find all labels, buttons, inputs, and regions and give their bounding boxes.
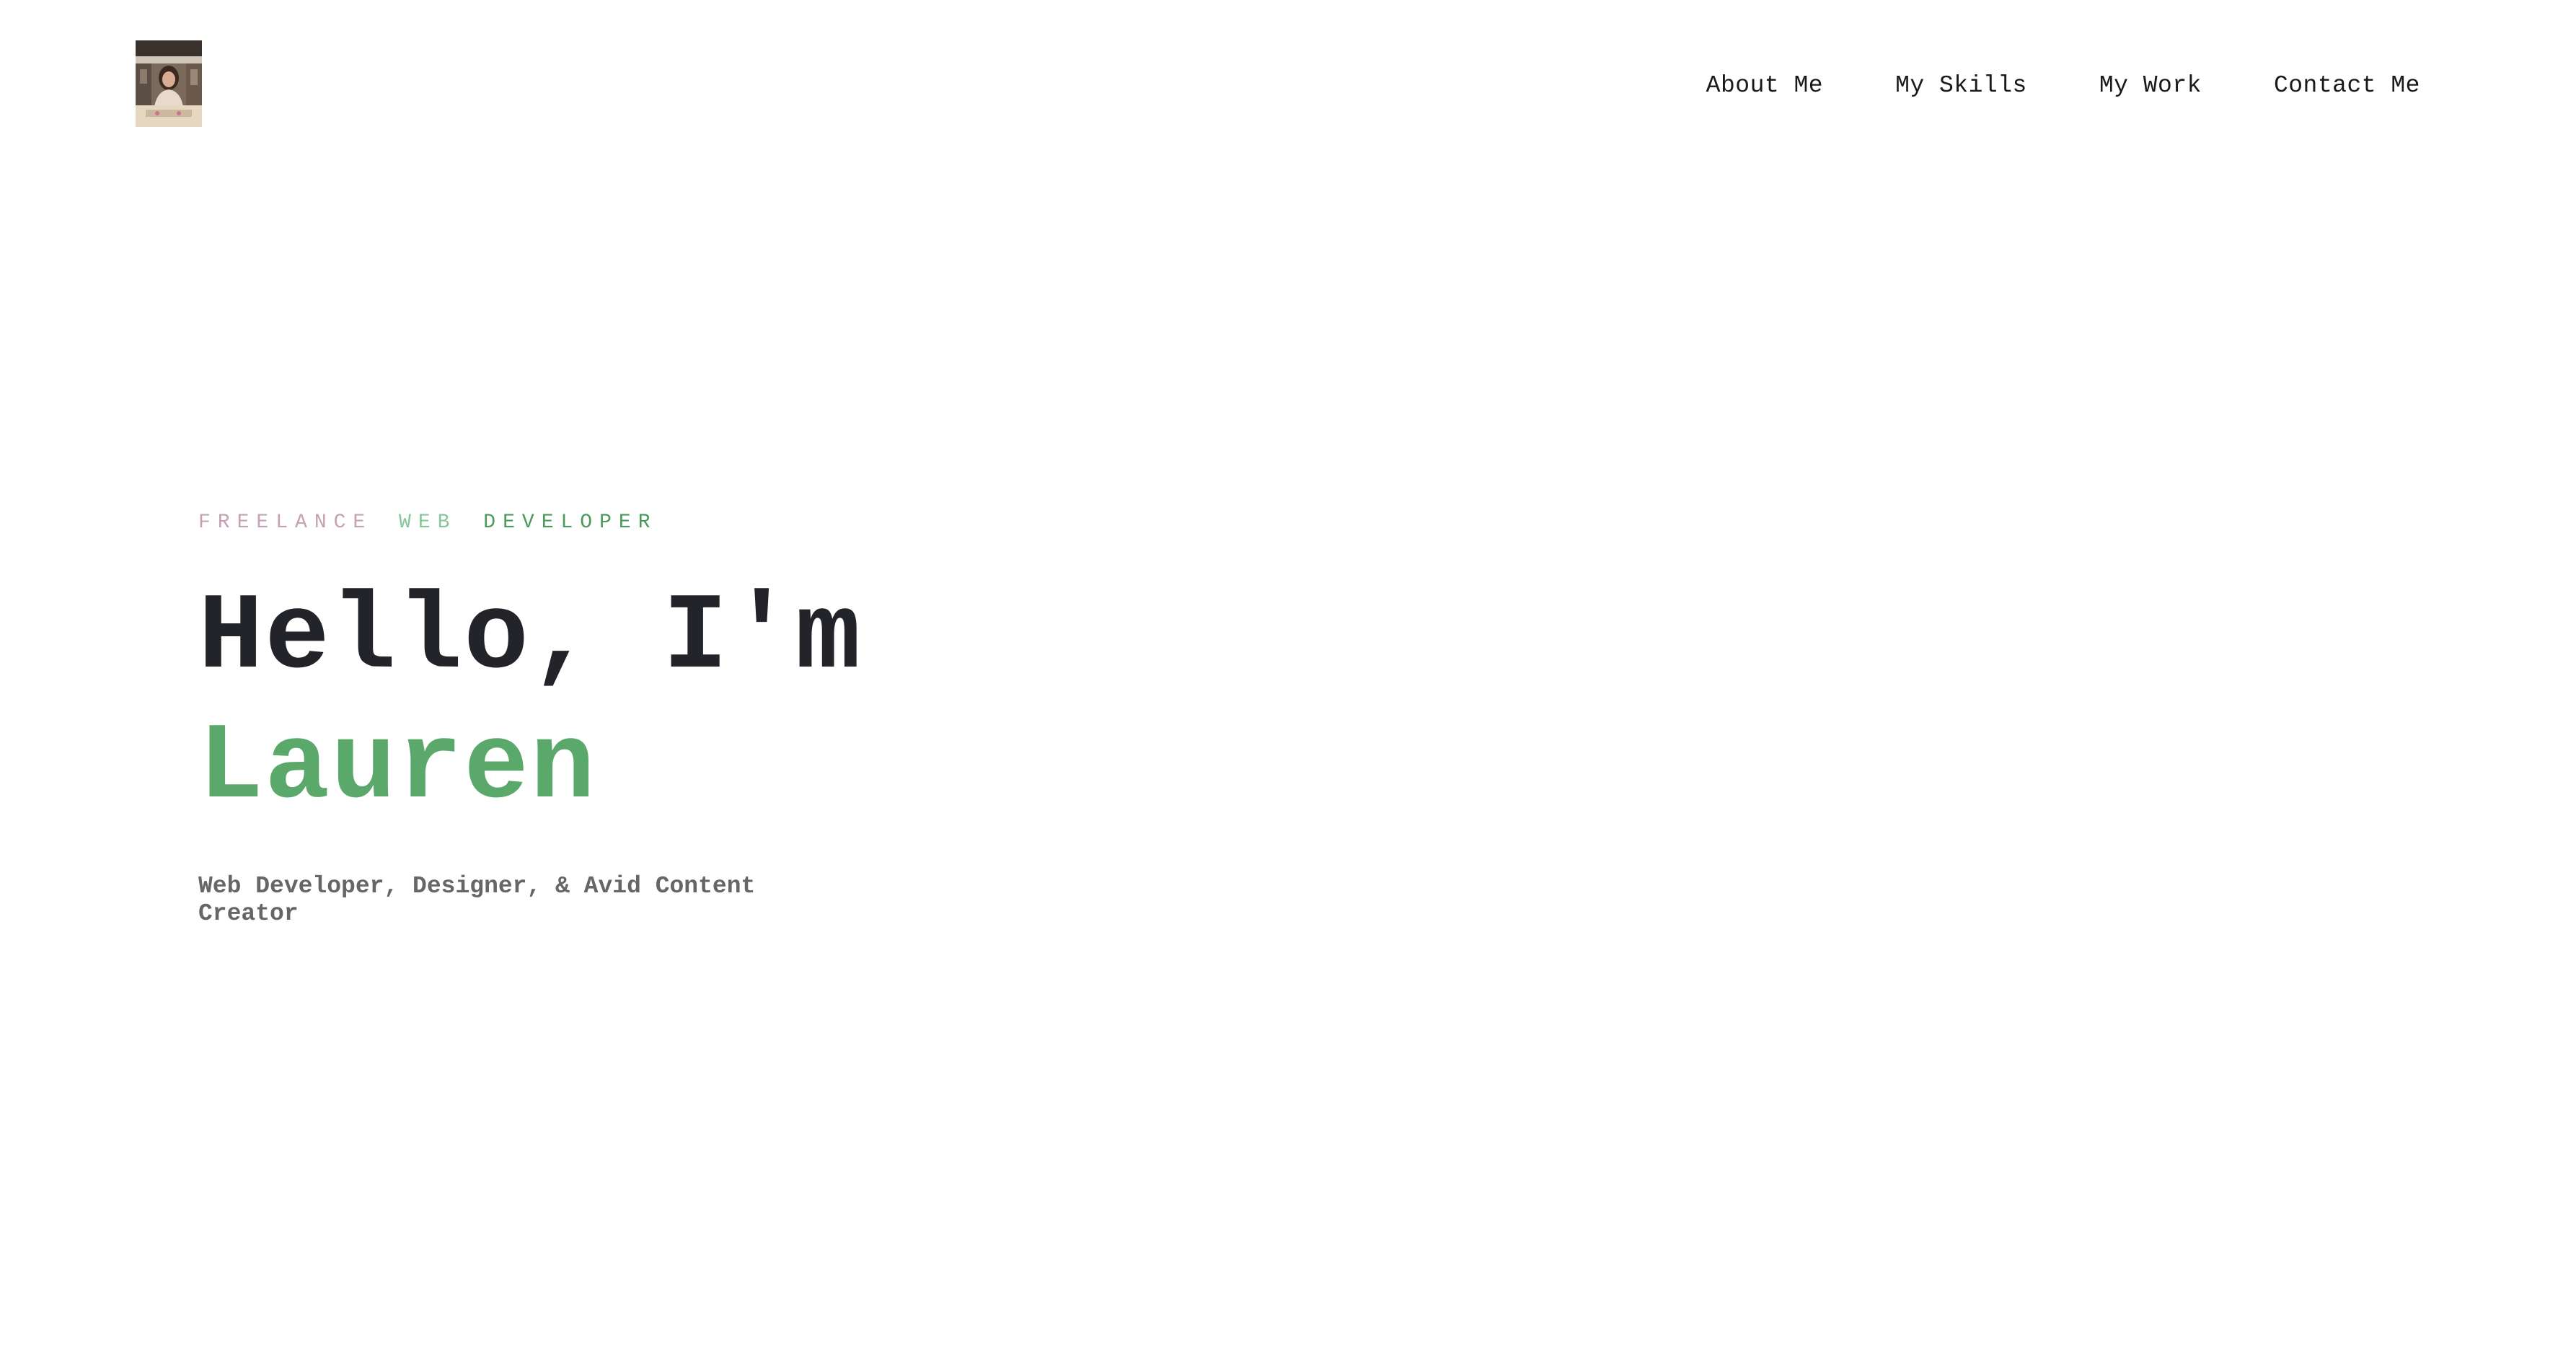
hero-subtitle: Web Developer, Designer, & Avid Content … bbox=[198, 873, 756, 927]
tagline-word-web: WEB bbox=[399, 511, 457, 534]
hero-section: FREELANCE WEB DEVELOPER Hello, I'm Laure… bbox=[198, 505, 1280, 928]
nav-link-my-work[interactable]: My Work bbox=[2099, 72, 2202, 99]
nav-link-contact-me[interactable]: Contact Me bbox=[2274, 72, 2420, 99]
tagline-word-developer: DEVELOPER bbox=[483, 511, 658, 534]
nav-link-about-me[interactable]: About Me bbox=[1706, 72, 1823, 99]
site-header: About Me My Skills My Work Contact Me bbox=[0, 0, 2576, 166]
main-nav: About Me My Skills My Work Contact Me bbox=[1706, 69, 2420, 101]
hero-name: Lauren bbox=[198, 707, 597, 830]
hero-greeting: Hello, I'm bbox=[198, 577, 863, 700]
avatar[interactable] bbox=[136, 40, 202, 127]
hero-tagline: FREELANCE WEB DEVELOPER bbox=[198, 505, 1280, 541]
tagline-word-freelance: FREELANCE bbox=[198, 511, 373, 534]
avatar-photo-icon bbox=[136, 40, 202, 127]
nav-link-my-skills[interactable]: My Skills bbox=[1895, 72, 2027, 99]
